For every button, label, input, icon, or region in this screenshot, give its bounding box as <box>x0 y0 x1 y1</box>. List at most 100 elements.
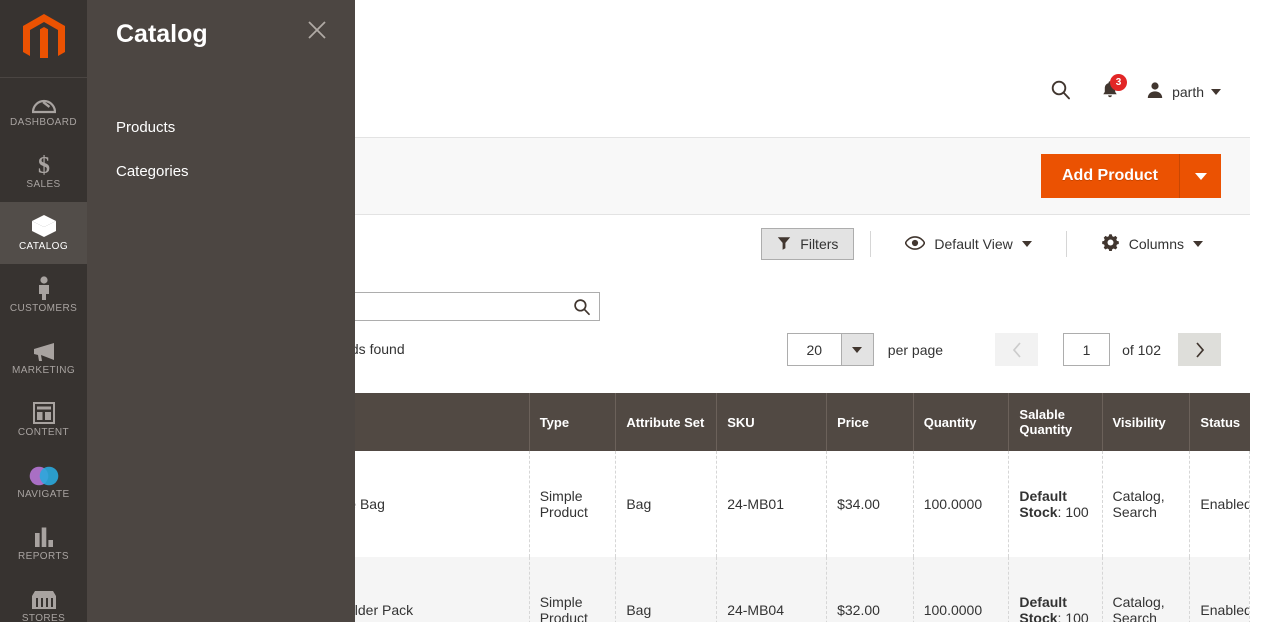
header-tools: 3 parth <box>1039 72 1221 112</box>
salable-stock-label: Default Stock <box>1019 594 1067 622</box>
sidebar-label: DASHBOARD <box>10 117 77 128</box>
prev-page-button[interactable] <box>995 333 1039 366</box>
flyout-item-categories[interactable]: Categories <box>87 150 355 194</box>
eye-icon <box>905 235 926 253</box>
notifications-badge: 3 <box>1110 74 1128 91</box>
sidebar-label: MARKETING <box>11 365 76 376</box>
sidebar-item-customers[interactable]: CUSTOMERS <box>0 264 87 326</box>
add-product-dropdown-toggle[interactable] <box>1179 154 1221 198</box>
sidebar-item-navigate[interactable]: NAVIGATE <box>0 450 87 512</box>
column-header-attribute-set[interactable]: Attribute Set <box>615 393 718 451</box>
svg-text:$: $ <box>38 153 50 176</box>
column-header-sku[interactable]: SKU <box>716 393 828 451</box>
megaphone-icon <box>31 338 57 362</box>
column-header-visibility[interactable]: Visibility <box>1102 393 1191 451</box>
funnel-icon <box>777 236 791 253</box>
cell-status: Enabled <box>1189 451 1250 557</box>
dashboard-icon <box>31 90 56 114</box>
gear-icon <box>1101 233 1120 255</box>
sidebar-label: CATALOG <box>18 241 69 252</box>
toolbar-divider-1 <box>870 231 872 257</box>
cell-type: Simple Product <box>529 557 617 622</box>
box-icon <box>31 214 57 238</box>
prev-page-wrap <box>995 333 1039 366</box>
filters-button[interactable]: Filters <box>761 228 855 260</box>
magento-logo[interactable] <box>0 0 87 78</box>
sidebar-item-catalog[interactable]: CATALOG <box>0 202 87 264</box>
per-page-value: 20 <box>806 341 823 358</box>
filters-label: Filters <box>800 236 839 252</box>
chevron-down-icon <box>1021 241 1032 247</box>
chevron-down-icon <box>852 346 863 353</box>
per-page-select[interactable]: 20 <box>786 333 874 366</box>
sidebar-label: STORES <box>21 613 66 622</box>
sidebar-label: CUSTOMERS <box>9 303 78 314</box>
flyout-item-products[interactable]: Products <box>87 106 355 150</box>
search-input[interactable] <box>318 293 571 320</box>
sidebar-item-stores[interactable]: STORES <box>0 574 87 622</box>
cell-status: Enabled <box>1189 557 1250 622</box>
cell-quantity: 100.0000 <box>913 557 1010 622</box>
person-icon <box>35 276 53 300</box>
column-header-status[interactable]: Status <box>1189 393 1250 451</box>
cell-sku: 24-MB01 <box>716 451 828 557</box>
notifications-button[interactable]: 3 <box>1083 72 1137 112</box>
next-page-button[interactable] <box>1178 333 1221 366</box>
user-name: parth <box>1172 84 1204 100</box>
catalog-flyout-menu: Catalog Products Categories <box>87 0 355 622</box>
close-icon[interactable] <box>305 18 329 42</box>
columns-label: Columns <box>1128 236 1184 252</box>
chevron-down-icon <box>1193 241 1203 247</box>
sidebar-label: SALES <box>26 179 61 190</box>
cell-type: Simple Product <box>529 451 617 557</box>
global-search-button[interactable] <box>1039 72 1083 112</box>
cell-visibility: Catalog, Search <box>1102 451 1191 557</box>
cell-quantity: 100.0000 <box>913 451 1010 557</box>
bar-chart-icon <box>33 524 55 548</box>
grid-keyword-search[interactable] <box>317 292 600 321</box>
chevron-down-icon <box>1194 172 1207 180</box>
sidebar-item-reports[interactable]: REPORTS <box>0 512 87 574</box>
search-icon <box>1050 79 1072 106</box>
grid-pagination: 20 per page of 102 <box>786 333 1221 366</box>
sidebar-item-marketing[interactable]: MARKETING <box>0 326 87 388</box>
storefront-icon <box>31 586 57 610</box>
columns-dropdown[interactable]: Columns <box>1083 228 1221 260</box>
user-icon <box>1145 80 1165 105</box>
add-product-group: Add Product <box>1041 154 1221 198</box>
salable-stock-value: 100 <box>1065 504 1089 520</box>
per-page-dropdown-toggle[interactable] <box>840 334 873 365</box>
flyout-header: Catalog <box>87 0 355 50</box>
user-menu-button[interactable]: parth <box>1137 72 1221 112</box>
column-header-quantity[interactable]: Quantity <box>913 393 1010 451</box>
salable-stock-value: 100 <box>1065 610 1089 622</box>
sidebar-item-sales[interactable]: $ SALES <box>0 140 87 202</box>
chevron-right-icon <box>1194 341 1206 359</box>
sidebar-label: REPORTS <box>18 551 69 562</box>
sidebar-label: CONTENT <box>17 427 70 438</box>
search-icon[interactable] <box>571 298 599 316</box>
sidebar-item-dashboard[interactable]: DASHBOARD <box>0 78 87 140</box>
venn-circles-icon <box>27 462 61 486</box>
salable-stock-label: Default Stock <box>1019 488 1067 520</box>
grid-toolbar-controls: Filters Default View Columns <box>761 225 1221 263</box>
column-header-price[interactable]: Price <box>826 393 914 451</box>
current-page-input[interactable] <box>1063 333 1111 366</box>
dollar-icon: $ <box>35 152 53 176</box>
admin-page: 3 parth Add Product Filters Default View… <box>0 0 1279 622</box>
add-product-button[interactable]: Add Product <box>1041 154 1179 198</box>
column-header-salable-quantity[interactable]: Salable Quantity <box>1008 393 1103 451</box>
default-view-label: Default View <box>934 236 1013 252</box>
column-header-type[interactable]: Type <box>529 393 617 451</box>
chevron-down-icon <box>1211 89 1221 95</box>
layout-icon <box>32 400 55 424</box>
admin-sidebar: DASHBOARD $ SALES CATALOG CUSTOMERS MARK… <box>0 0 87 622</box>
sidebar-item-content[interactable]: CONTENT <box>0 388 87 450</box>
cell-salable-quantity: Default Stock: 100 <box>1008 451 1103 557</box>
total-pages-label: of 102 <box>1122 341 1161 358</box>
sidebar-label: NAVIGATE <box>17 489 70 500</box>
flyout-title: Catalog <box>116 20 208 48</box>
cell-salable-quantity: Default Stock: 100 <box>1008 557 1103 622</box>
default-view-dropdown[interactable]: Default View <box>887 228 1049 260</box>
toolbar-divider-2 <box>1065 231 1067 257</box>
